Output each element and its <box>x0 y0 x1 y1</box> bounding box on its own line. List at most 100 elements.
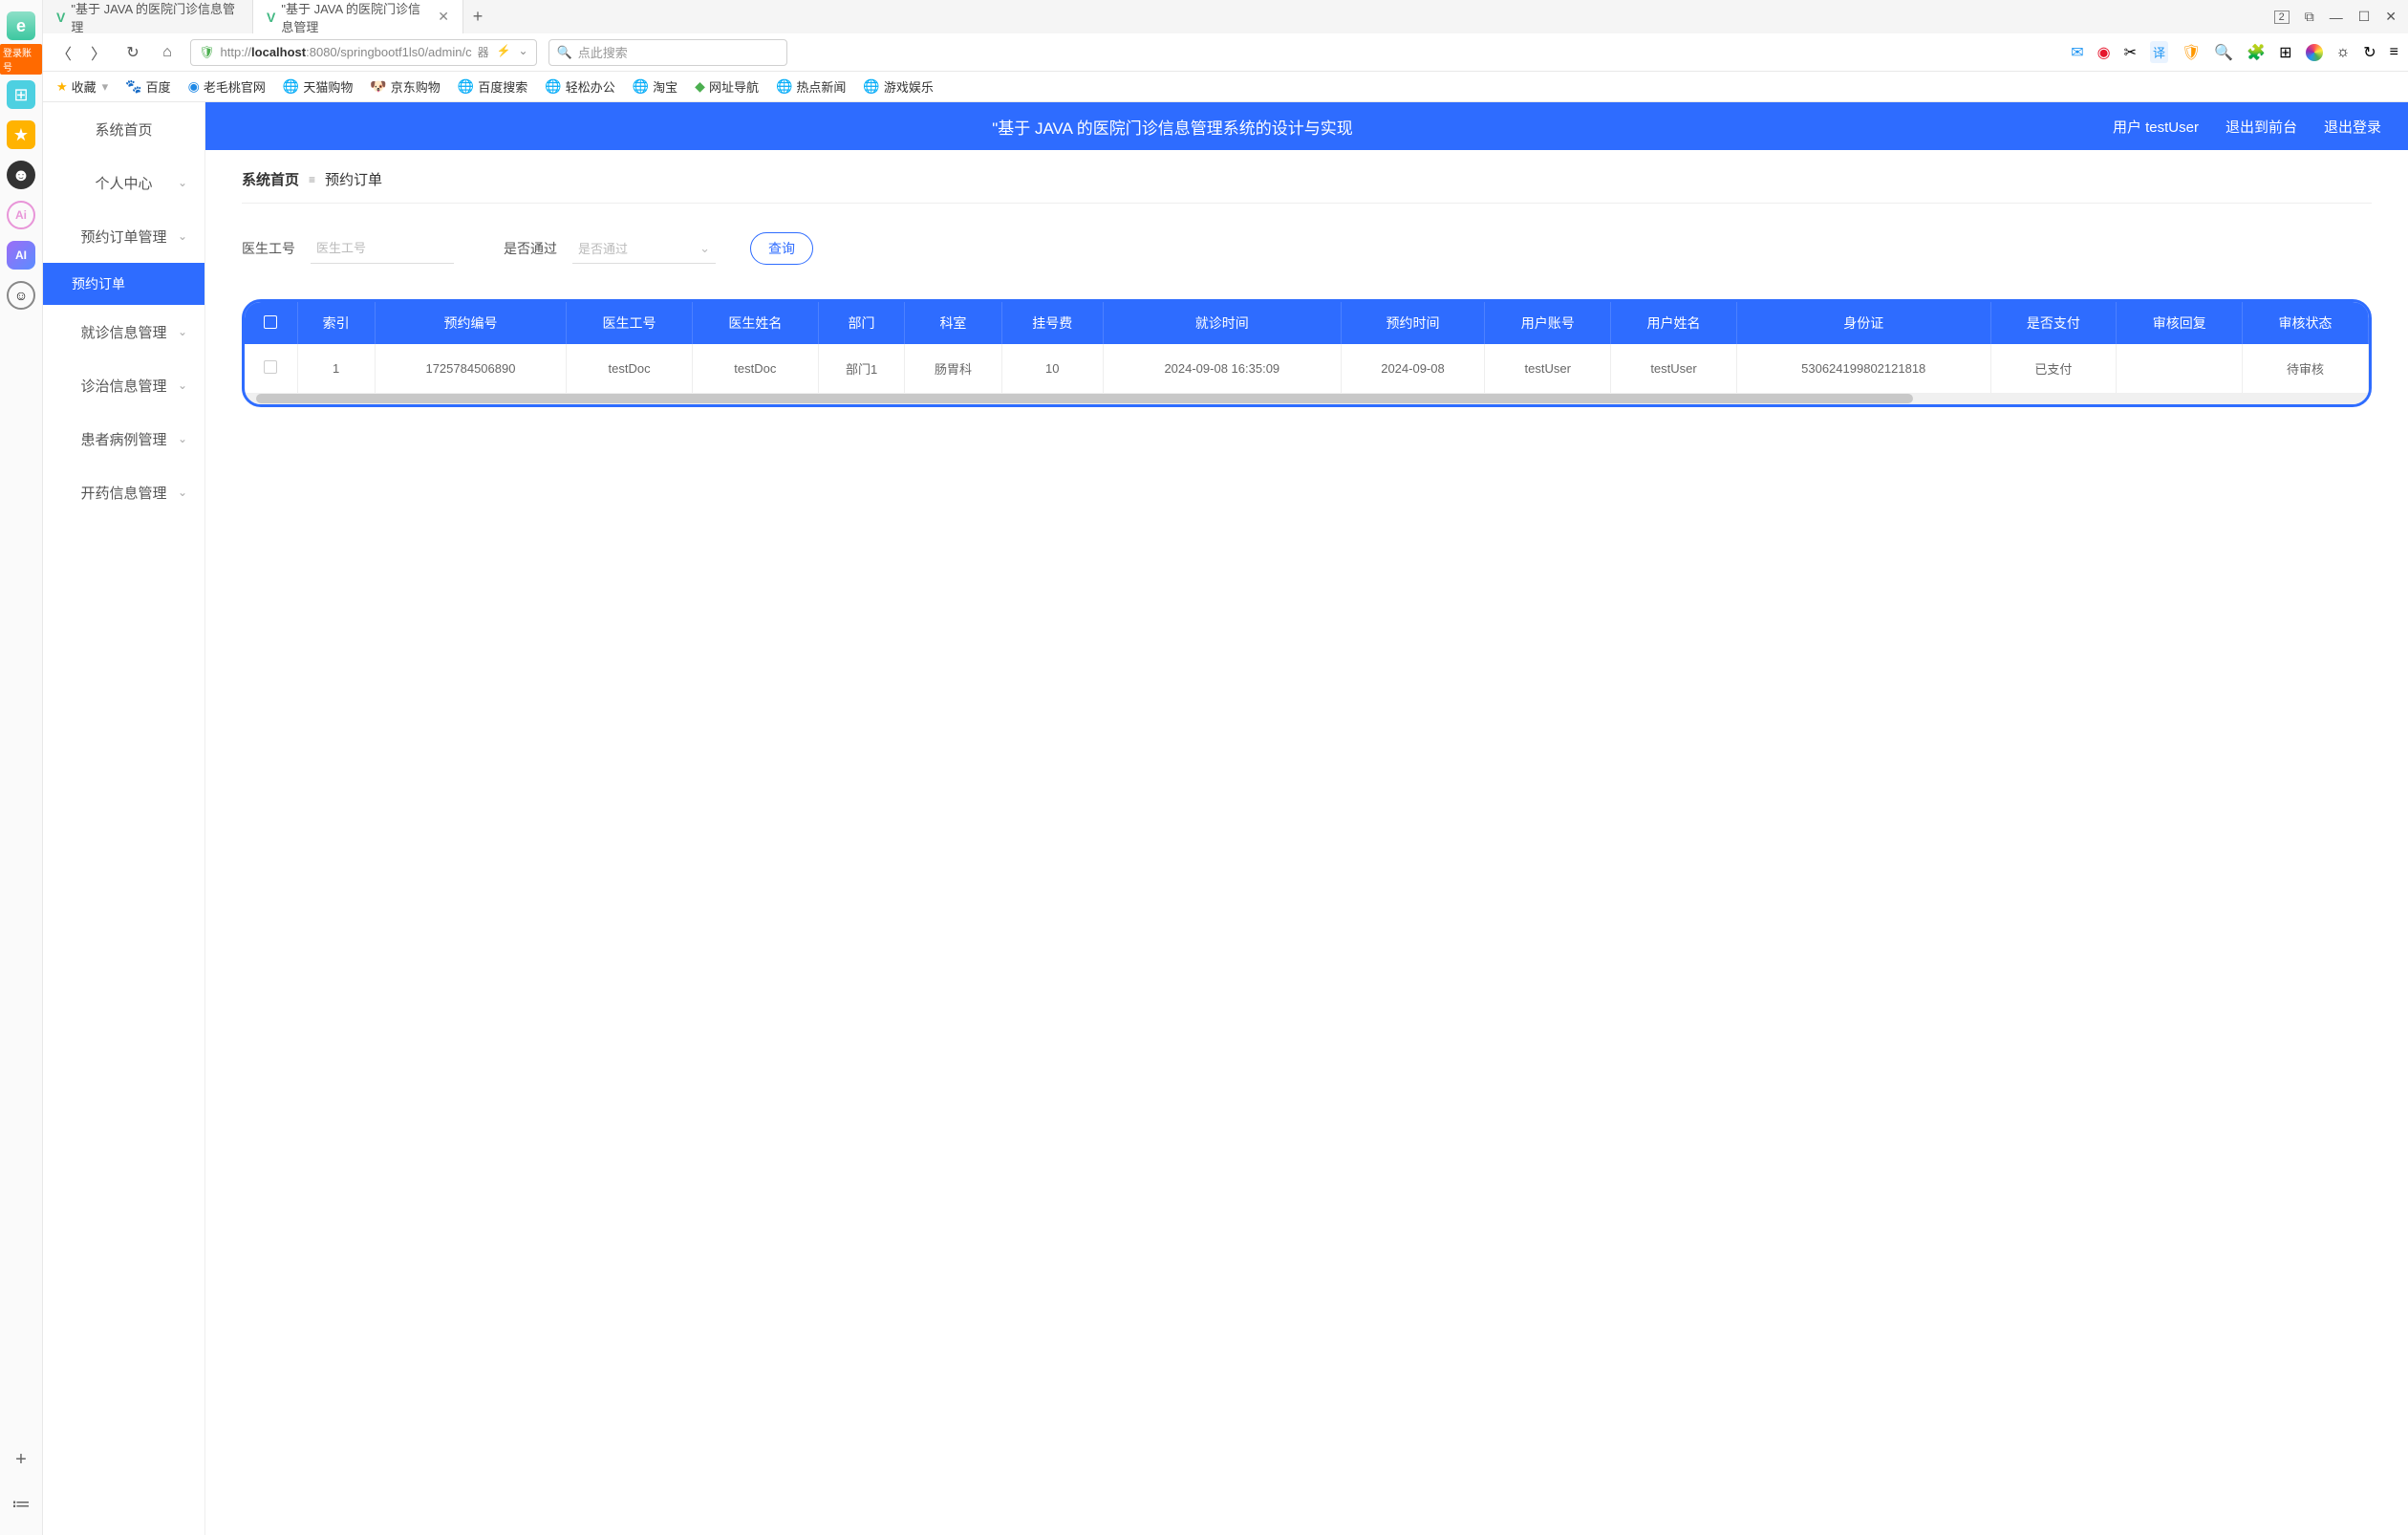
main-area: "基于 JAVA 的医院门诊信息管理系统的设计与实现 用户 testUser 退… <box>205 102 2408 1535</box>
menu-drug-mgmt[interactable]: 开药信息管理 <box>43 465 204 519</box>
forward-button[interactable]: 〉 <box>87 41 110 64</box>
grid-icon[interactable]: ⊞ <box>2279 43 2291 62</box>
search2-icon[interactable]: 🔍 <box>2214 43 2233 62</box>
close-window-icon[interactable]: ✕ <box>2385 9 2397 25</box>
pip-icon[interactable]: ⧉ <box>2305 9 2314 25</box>
window-count-badge[interactable]: 2 <box>2274 11 2290 24</box>
bookmark-office[interactable]: 🌐轻松办公 <box>545 77 614 96</box>
plus-icon[interactable]: + <box>7 1445 35 1474</box>
bookmark-jd[interactable]: 🐶京东购物 <box>370 77 440 96</box>
td-orderno: 1725784506890 <box>375 344 566 393</box>
th-fee: 挂号费 <box>1001 302 1104 344</box>
back-button[interactable]: 〈 <box>53 41 75 64</box>
qr-icon[interactable]: 器 <box>478 44 489 60</box>
exit-front-link[interactable]: 退出到前台 <box>2225 117 2297 137</box>
emoji-icon[interactable]: ☺ <box>7 281 35 310</box>
horizontal-scrollbar[interactable] <box>245 393 2369 404</box>
breadcrumb-sep-icon: ≡ <box>309 173 315 186</box>
bookmark-news[interactable]: 🌐热点新闻 <box>776 77 846 96</box>
bookmark-nav[interactable]: ◆网址导航 <box>695 77 759 96</box>
menu-visit-mgmt[interactable]: 就诊信息管理 <box>43 305 204 358</box>
mail-icon[interactable]: ✉ <box>2071 43 2083 62</box>
bookmark-game[interactable]: 🌐游戏娱乐 <box>863 77 933 96</box>
search-bar[interactable]: 🔍 点此搜索 <box>548 39 787 66</box>
maximize-icon[interactable]: ☐ <box>2358 9 2371 25</box>
menu-order-mgmt[interactable]: 预约订单管理 <box>43 209 204 263</box>
doctor-id-label: 医生工号 <box>242 239 295 258</box>
url-text: http://localhost:8080/springbootf1ls0/ad… <box>221 45 472 59</box>
search-icon: 🔍 <box>557 45 572 60</box>
vue-icon: V <box>56 10 65 25</box>
scrollbar-thumb[interactable] <box>256 394 1913 403</box>
user-label[interactable]: 用户 testUser <box>2113 117 2199 137</box>
logout-link[interactable]: 退出登录 <box>2324 117 2381 137</box>
globe-icon: 🌐 <box>633 78 649 95</box>
ai-icon[interactable]: Ai <box>7 201 35 229</box>
close-icon[interactable]: ✕ <box>438 9 449 25</box>
lightning-icon[interactable]: ⚡ <box>497 44 511 60</box>
th-idcard: 身份证 <box>1736 302 1990 344</box>
scissors-icon[interactable]: ✂ <box>2124 43 2137 62</box>
sun-icon[interactable]: ☼ <box>2336 44 2351 61</box>
browser-logo-icon[interactable]: e <box>7 11 35 40</box>
table-container: 索引 预约编号 医生工号 医生姓名 部门 科室 挂号费 就诊时间 预约时间 用户… <box>242 299 2372 407</box>
menu-case-mgmt[interactable]: 患者病例管理 <box>43 412 204 465</box>
translate-icon[interactable]: 译 <box>2150 41 2168 63</box>
bookmark-baidu[interactable]: 🐾百度 <box>125 77 170 96</box>
th-account: 用户账号 <box>1485 302 1611 344</box>
chat-icon[interactable]: ☻ <box>7 161 35 189</box>
reload-button[interactable]: ↻ <box>121 41 144 64</box>
new-tab-button[interactable]: + <box>463 7 492 27</box>
pass-select[interactable]: 是否通过 ⌄ <box>572 233 716 264</box>
chevron-down-icon: ⌄ <box>699 241 710 256</box>
menu-home[interactable]: 系统首页 <box>43 102 204 156</box>
td-paid: 已支付 <box>1990 344 2117 393</box>
doctor-id-input[interactable] <box>311 233 454 264</box>
ai2-icon[interactable]: AI <box>7 241 35 270</box>
restore-icon[interactable]: ↻ <box>2363 43 2376 62</box>
donut-icon[interactable] <box>2306 44 2323 61</box>
shield2-icon[interactable]: 🛡 <box>2182 43 2201 62</box>
menu-personal[interactable]: 个人中心 <box>43 156 204 209</box>
weibo-icon[interactable]: ◉ <box>2097 43 2111 62</box>
home-button[interactable]: ⌂ <box>156 41 179 64</box>
window-controls: 2 ⧉ — ☐ ✕ <box>2274 9 2408 25</box>
breadcrumb: 系统首页 ≡ 预约订单 <box>242 169 2372 204</box>
bookmark-favorites[interactable]: ★收藏▾ <box>56 77 108 96</box>
td-username: testUser <box>1611 344 1737 393</box>
th-docid: 医生工号 <box>567 302 693 344</box>
td-idcard: 530624199802121818 <box>1736 344 1990 393</box>
url-bar[interactable]: 🛡 http://localhost:8080/springbootf1ls0/… <box>190 39 537 66</box>
browser-tabs: V "基于 JAVA 的医院门诊信息管理 V "基于 JAVA 的医院门诊信息管… <box>43 0 2408 33</box>
td-checkbox[interactable] <box>245 344 297 393</box>
baidu-icon: 🐾 <box>125 78 141 95</box>
list-icon[interactable]: ≔ <box>7 1489 35 1518</box>
extension-icon[interactable]: 🧩 <box>2247 43 2266 62</box>
breadcrumb-home[interactable]: 系统首页 <box>242 169 299 189</box>
apps-icon[interactable]: ⊞ <box>7 80 35 109</box>
bookmark-taobao[interactable]: 🌐淘宝 <box>633 77 677 96</box>
tab-active[interactable]: V "基于 JAVA 的医院门诊信息管理 ✕ <box>253 0 463 33</box>
tab-label: "基于 JAVA 的医院门诊信息管理 <box>281 0 430 35</box>
tab-inactive[interactable]: V "基于 JAVA 的医院门诊信息管理 <box>43 0 253 33</box>
bookmark-tmall[interactable]: 🌐天猫购物 <box>283 77 353 96</box>
th-reservetime: 预约时间 <box>1341 302 1485 344</box>
minimize-icon[interactable]: — <box>2330 10 2343 25</box>
menu-icon[interactable]: ≡ <box>2390 44 2398 61</box>
bookmarks-bar: ★收藏▾ 🐾百度 ◉老毛桃官网 🌐天猫购物 🐶京东购物 🌐百度搜索 🌐轻松办公 … <box>43 72 2408 102</box>
th-checkbox[interactable] <box>245 302 297 344</box>
globe-icon: 🌐 <box>283 78 299 95</box>
jd-icon: 🐶 <box>370 78 386 95</box>
th-index: 索引 <box>297 302 375 344</box>
content-area: 系统首页 ≡ 预约订单 医生工号 是否通过 是否通过 ⌄ 查询 <box>205 150 2408 426</box>
query-button[interactable]: 查询 <box>750 232 813 265</box>
vue-icon: V <box>267 10 275 25</box>
table-row: 1 1725784506890 testDoc testDoc 部门1 肠胃科 … <box>245 344 2369 393</box>
bookmark-laomaotao[interactable]: ◉老毛桃官网 <box>188 77 266 96</box>
favorites-icon[interactable]: ★ <box>7 120 35 149</box>
menu-treat-mgmt[interactable]: 诊治信息管理 <box>43 358 204 412</box>
menu-order-sub[interactable]: 预约订单 <box>43 263 204 305</box>
login-badge[interactable]: 登录账号 <box>0 44 42 75</box>
chevron-down-icon[interactable]: ⌄ <box>519 44 528 60</box>
bookmark-baidusearch[interactable]: 🌐百度搜索 <box>458 77 527 96</box>
